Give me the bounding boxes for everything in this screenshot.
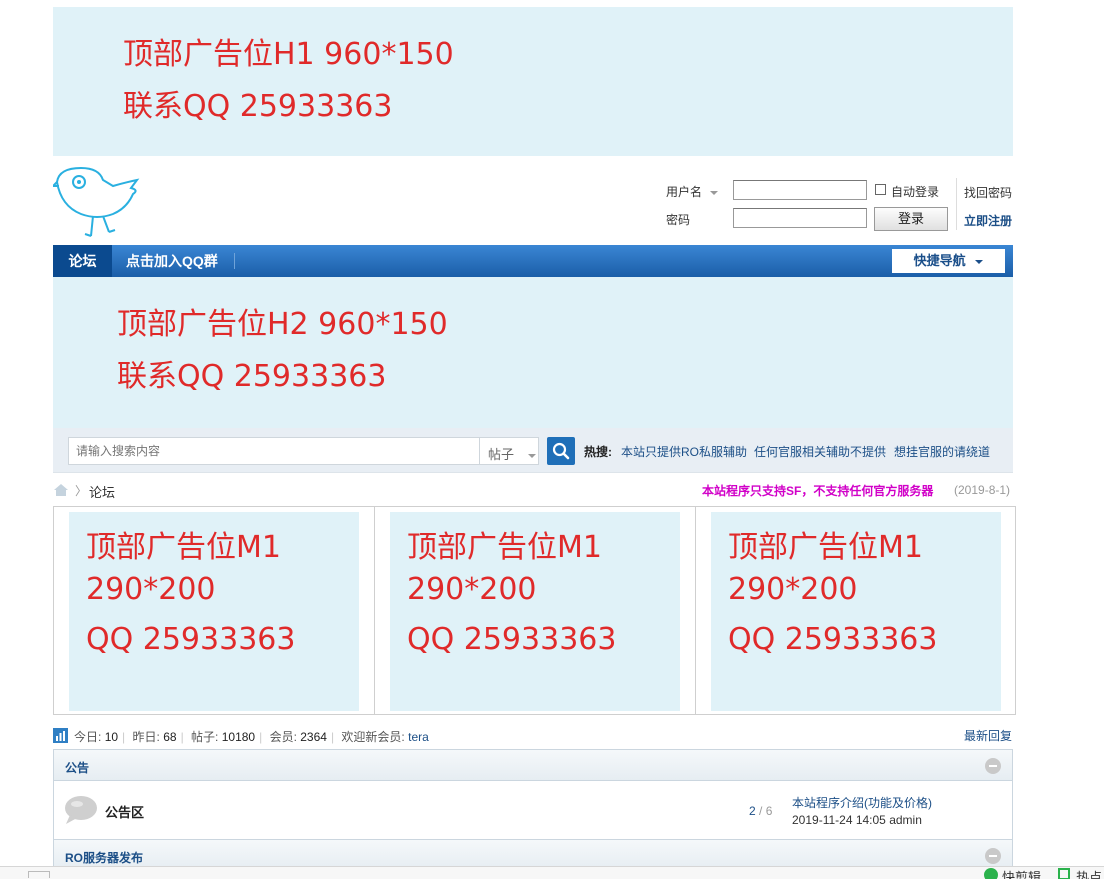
stats-chart-icon [53, 728, 68, 743]
username-input[interactable] [733, 180, 867, 200]
search-button[interactable] [547, 437, 575, 465]
stats-separator: | [180, 730, 184, 744]
latest-reply-link[interactable]: 最新回复 [964, 727, 1012, 744]
breadcrumb-separator: 〉 [75, 484, 88, 498]
login-divider [956, 178, 957, 230]
bird-logo-icon [50, 166, 140, 237]
ad-m1[interactable]: 顶部广告位M1 290*200 QQ 25933363 [69, 512, 359, 711]
middle-ads-box: 顶部广告位M1 290*200 QQ 25933363 顶部广告位M1 290*… [53, 506, 1016, 715]
ad-m1-line3: QQ 25933363 [728, 622, 938, 657]
auto-login-label[interactable]: 自动登录 [891, 183, 939, 200]
nav-separator [234, 253, 235, 269]
stat-yesterday-label: 昨日: [132, 730, 160, 744]
collapse-icon[interactable] [985, 758, 1001, 774]
category-header[interactable]: 公告 [53, 749, 1013, 781]
search-type-value: 帖子 [488, 447, 515, 462]
chevron-down-icon [527, 453, 536, 458]
last-post-time: 2019-11-24 14:05 [792, 813, 886, 827]
home-icon[interactable] [53, 483, 69, 497]
quick-clip-tab[interactable]: 快剪辑 [1002, 867, 1041, 879]
collapse-icon[interactable] [985, 848, 1001, 864]
search-icon [552, 442, 570, 460]
hot-search-link[interactable]: 本站只提供RO私服辅助 [621, 443, 747, 460]
username-label-text: 用户名 [666, 185, 703, 199]
ad-m1-line2: 290*200 [86, 572, 216, 607]
ad-m1-line1: 顶部广告位M1 [407, 530, 602, 565]
stat-today-value: 10 [104, 730, 119, 744]
quick-clip-icon [984, 868, 998, 879]
password-label: 密码 [666, 213, 691, 227]
ad-m1-line1: 顶部广告位M1 [728, 530, 923, 565]
ad-h1-line1: 顶部广告位H1 960*150 [123, 37, 454, 72]
chevron-down-icon [975, 259, 984, 264]
ad-m1-line3: QQ 25933363 [407, 622, 617, 657]
nav-home-tab[interactable]: 论坛 [53, 245, 112, 277]
stats-separator: | [330, 730, 335, 744]
breadcrumb-current[interactable]: 论坛 [89, 482, 115, 501]
stat-members-label: 会员: [269, 730, 297, 744]
register-link[interactable]: 立即注册 [964, 212, 1012, 229]
stat-members-value: 2364 [300, 730, 327, 744]
breadcrumb: 〉 论坛 [53, 481, 133, 501]
top-ad-h1[interactable]: 顶部广告位H1 960*150 联系QQ 25933363 [53, 7, 1013, 156]
hot-news-tab[interactable]: 热点 [1076, 867, 1102, 879]
ad-column-divider [695, 507, 696, 714]
ad-m1[interactable]: 顶部广告位M1 290*200 QQ 25933363 [390, 512, 680, 711]
forgot-password-link[interactable]: 找回密码 [964, 184, 1012, 201]
site-notice-date: (2019-8-1) [954, 483, 1011, 497]
stats-separator: | [122, 730, 126, 744]
hot-search-link[interactable]: 想挂官服的请绕道 [894, 443, 990, 460]
username-label[interactable]: 用户名 [666, 183, 719, 200]
bottom-bar-icon [28, 871, 50, 878]
ad-m1[interactable]: 顶部广告位M1 290*200 QQ 25933363 [711, 512, 1001, 711]
ad-column-divider [374, 507, 375, 714]
last-post-title-link[interactable]: 本站程序介绍(功能及价格) [792, 794, 932, 811]
stats-separator: | [259, 730, 263, 744]
forum-name-link[interactable]: 公告区 [105, 802, 144, 821]
newest-member-link[interactable]: tera [408, 730, 429, 744]
stat-yesterday-value: 68 [163, 730, 177, 744]
quick-nav-label: 快捷导航 [913, 253, 966, 268]
ad-m1-line1: 顶部广告位M1 [86, 530, 281, 565]
forum-post-count: 6 [765, 804, 773, 818]
stat-today-label: 今日: [74, 730, 102, 744]
nav-qq-group-link[interactable]: 点击加入QQ群 [126, 245, 218, 277]
hot-search-link[interactable]: 任何官服相关辅助不提供 [754, 443, 886, 460]
ad-h2-line2: 联系QQ 25933363 [117, 359, 387, 394]
site-logo[interactable] [50, 164, 143, 238]
quick-nav-button[interactable]: 快捷导航 [892, 249, 1005, 273]
login-button[interactable]: 登录 [874, 207, 948, 231]
ad-h2-line1: 顶部广告位H2 960*150 [117, 307, 448, 342]
hot-search-label: 热搜: [584, 445, 612, 459]
ad-h1-line2: 联系QQ 25933363 [123, 89, 393, 124]
hot-news-icon [1058, 868, 1070, 879]
password-input[interactable] [733, 208, 867, 228]
forum-counts: 2 / 6 [749, 804, 773, 818]
category-title[interactable]: RO服务器发布 [65, 849, 143, 866]
forum-stats: 今日: 10 | 昨日: 68 | 帖子: 10180 | 会员: 2364 | 欢迎新… [74, 728, 429, 745]
forum-row: 公告区 2 / 6 本站程序介绍(功能及价格) 2019-11-24 14:05… [53, 781, 1013, 839]
site-notice: 本站程序只支持SF，不支持任何官方服务器 [702, 484, 934, 498]
chevron-down-icon [710, 190, 719, 195]
ad-m1-line2: 290*200 [728, 572, 858, 607]
auto-login-checkbox[interactable] [875, 184, 886, 195]
forum-speech-bubble-icon [65, 796, 97, 824]
search-type-select[interactable]: 帖子 [479, 437, 539, 465]
category-title[interactable]: 公告 [65, 759, 89, 776]
stat-newest-label: 欢迎新会员: [341, 730, 405, 744]
search-bar: 帖子 热搜: 本站只提供RO私服辅助 任何官服相关辅助不提供 想挂官服的请绕道 [53, 428, 1013, 473]
search-input[interactable] [68, 437, 480, 465]
forum-thread-count: 2 [749, 804, 756, 818]
ad-m1-line3: QQ 25933363 [86, 622, 296, 657]
top-ad-h2[interactable]: 顶部广告位H2 960*150 联系QQ 25933363 [53, 277, 1013, 428]
main-nav: 论坛 点击加入QQ群 快捷导航 [53, 245, 1013, 277]
stat-posts-label: 帖子: [191, 730, 219, 744]
ad-m1-line2: 290*200 [407, 572, 537, 607]
last-post-user-link[interactable]: admin [889, 813, 922, 827]
stat-posts-value: 10180 [221, 730, 256, 744]
last-post-meta: 2019-11-24 14:05 admin [792, 813, 922, 827]
bottom-status-bar: 快剪辑 热点 [0, 866, 1104, 879]
